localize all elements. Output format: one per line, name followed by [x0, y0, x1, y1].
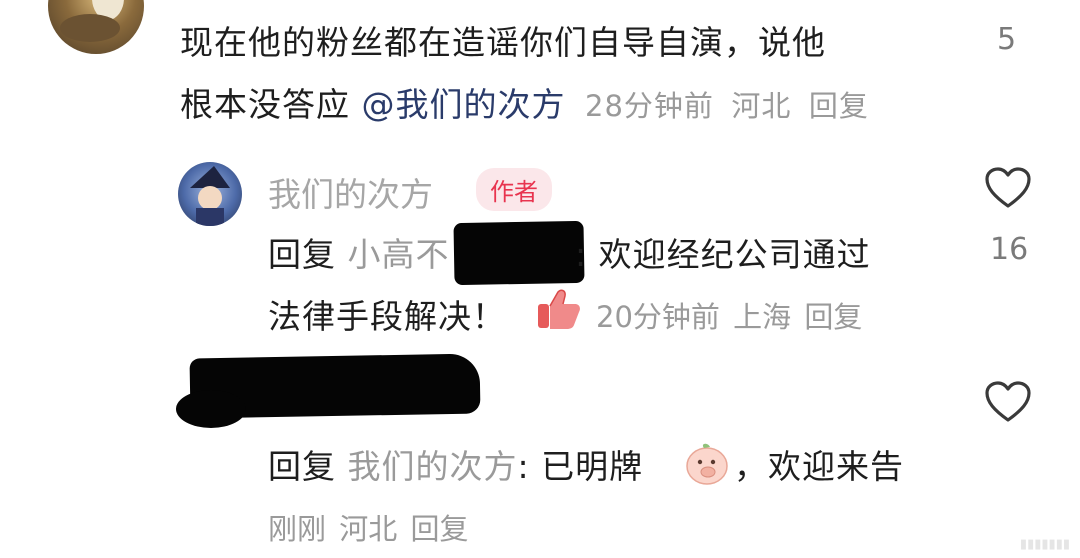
comment-text-line-1: 现在他的粉丝都在造谣你们自导自演，说他: [180, 23, 826, 62]
reply-button[interactable]: 回复: [410, 512, 468, 546]
reply-button[interactable]: 回复: [804, 300, 862, 334]
reply-target-name[interactable]: 我们的次方: [348, 447, 518, 486]
reply-prefix: 回复: [268, 447, 336, 486]
reply-text-part: : 已明牌: [517, 447, 644, 486]
reply-time: 刚刚: [268, 512, 327, 546]
reply-prefix: 回复: [268, 235, 336, 274]
comment-text-part: 根本没答应: [180, 85, 362, 124]
thumbs-up-emoji-icon: [536, 288, 582, 334]
comment-text-line-2: 根本没答应 @我们的次方 28分钟前 河北 回复: [180, 78, 869, 126]
peach-emoji-icon: [684, 440, 730, 490]
avatar-image: [190, 166, 230, 226]
reply-text-line-1: 回复 小高不: [268, 228, 450, 276]
reply-text-line: 回复 我们的次方: 已明牌: [268, 440, 643, 488]
reply-location: 河北: [339, 512, 398, 546]
reply-text-after-redaction: : 欢迎经纪公司通过: [575, 235, 871, 274]
author-avatar[interactable]: [178, 162, 242, 226]
comment-location: 河北: [731, 89, 792, 123]
heart-icon[interactable]: [984, 166, 1032, 210]
watermark: ▮▮▮▮▮▮▮: [1019, 537, 1070, 552]
avatar-image: [60, 0, 124, 42]
author-username[interactable]: 我们的次方: [268, 168, 433, 216]
reply-text-line-2: 法律手段解决！: [268, 297, 506, 336]
reply-meta: 刚刚 河北 回复: [268, 506, 468, 548]
comment-time: 28分钟前: [585, 89, 714, 123]
author-badge: 作者: [476, 168, 552, 211]
reply-location: 上海: [733, 300, 792, 334]
reply-time: 20分钟前: [596, 300, 720, 334]
reply-text-after-emoji: ，欢迎来告: [734, 447, 904, 486]
commenter-avatar[interactable]: [48, 0, 144, 54]
redaction-bar: [453, 220, 585, 286]
like-count: 16: [990, 232, 1029, 267]
mention-link[interactable]: @我们的次方: [362, 85, 566, 124]
reply-button[interactable]: 回复: [809, 89, 869, 123]
heart-icon[interactable]: [984, 380, 1032, 424]
reply-target-name[interactable]: 小高不: [348, 235, 450, 274]
redaction-bar: [176, 390, 246, 428]
reply-meta: 20分钟前 上海 回复: [596, 294, 862, 336]
like-count: 5: [997, 22, 1017, 57]
